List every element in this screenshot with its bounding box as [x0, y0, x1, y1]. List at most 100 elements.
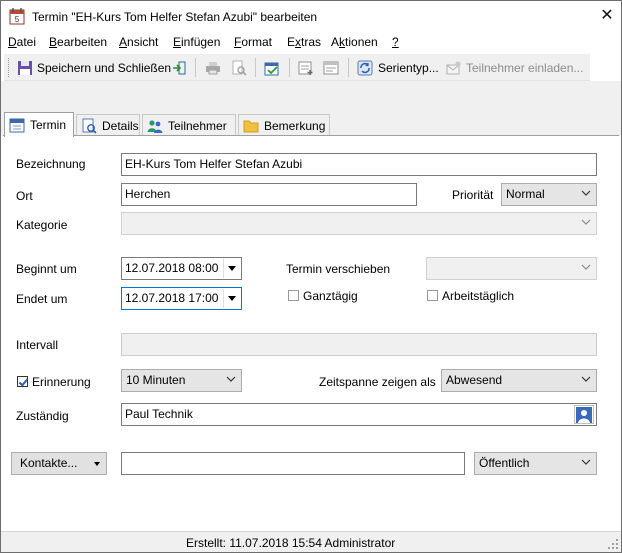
- beginnt-datetime[interactable]: 12.07.2018 08:00: [121, 257, 242, 280]
- ganztaegig-checkbox[interactable]: [288, 290, 299, 301]
- toolbar-background: [1, 81, 621, 113]
- zustaendig-value: Paul Technik: [125, 407, 193, 421]
- erinnerung-value: 10 Minuten: [126, 373, 186, 387]
- print-button[interactable]: [205, 56, 221, 79]
- tab-teilnehmer-label: Teilnehmer: [168, 118, 227, 133]
- print-preview-icon: [231, 60, 247, 76]
- window-title: Termin "EH-Kurs Tom Helfer Stefan Azubi"…: [32, 10, 318, 24]
- export-arrow-icon: [171, 60, 187, 76]
- invite-participants-label: Teilnehmer einladen...: [466, 60, 584, 75]
- menu-bearbeiten[interactable]: Bearbeiten: [49, 35, 107, 49]
- zustaendig-field[interactable]: Paul Technik: [121, 403, 597, 426]
- calendar-check-button[interactable]: [264, 56, 280, 79]
- dropdown-arrow-icon: [94, 462, 100, 466]
- invite-mail-icon: [446, 60, 462, 76]
- menu-help[interactable]: ?: [392, 35, 399, 49]
- bezeichnung-label: Bezeichnung: [16, 157, 86, 171]
- status-created-text: Erstellt: 11.07.2018 15:54 Administrator: [186, 536, 396, 550]
- toolbar-grip[interactable]: [8, 58, 11, 77]
- tab-bemerkung[interactable]: Bemerkung: [238, 114, 330, 136]
- appointment-window: 5 Termin "EH-Kurs Tom Helfer Stefan Azub…: [0, 0, 622, 553]
- sichtbarkeit-select[interactable]: Öffentlich: [474, 452, 597, 475]
- endet-label: Endet um: [16, 292, 68, 306]
- erinnerung-select[interactable]: 10 Minuten: [121, 369, 242, 392]
- calendar-dropdown-button[interactable]: [223, 289, 240, 308]
- menu-aktionen[interactable]: Aktionen: [331, 35, 378, 49]
- zustaendig-label: Zuständig: [16, 409, 69, 423]
- ort-field[interactable]: Herchen: [121, 183, 417, 206]
- calendar-dropdown-button[interactable]: [223, 259, 240, 278]
- prioritaet-value: Normal: [506, 187, 545, 201]
- chevron-down-icon: [581, 459, 591, 465]
- toolbar-separator: [348, 58, 349, 77]
- toolbar: Speichern und Schließen Serientyp... Tei…: [4, 54, 590, 81]
- print-preview-button[interactable]: [231, 56, 247, 79]
- menu-einfuegen[interactable]: Einfügen: [173, 35, 220, 49]
- svg-text:5: 5: [15, 15, 20, 24]
- toolbar-separator: [255, 58, 256, 77]
- printer-icon: [205, 60, 221, 76]
- bezeichnung-field[interactable]: EH-Kurs Tom Helfer Stefan Azubi: [121, 153, 597, 176]
- new-item-button[interactable]: [298, 56, 314, 79]
- verschieben-label: Termin verschieben: [286, 262, 391, 276]
- menu-ansicht[interactable]: Ansicht: [119, 35, 158, 49]
- appointment-app-icon: 5: [9, 8, 25, 25]
- endet-datetime[interactable]: 12.07.2018 17:00: [121, 287, 242, 310]
- select-person-button[interactable]: [574, 405, 594, 424]
- tab-teilnehmer[interactable]: Teilnehmer: [142, 114, 236, 136]
- zeitspanne-value: Abwesend: [446, 373, 503, 387]
- beginnt-label: Beginnt um: [16, 262, 77, 276]
- prioritaet-label: Priorität: [452, 188, 494, 202]
- menu-datei[interactable]: Datei: [8, 35, 36, 49]
- chevron-down-icon: [581, 190, 591, 196]
- toolbar-separator: [195, 58, 196, 77]
- note-folder-icon: [243, 118, 259, 134]
- verschieben-select[interactable]: [426, 257, 597, 280]
- menu-datei-rest: atei: [16, 35, 37, 49]
- form-lines-icon: [323, 60, 339, 76]
- tab-details[interactable]: Details: [76, 114, 140, 136]
- save-disk-icon: [17, 60, 33, 76]
- chevron-down-icon: [581, 264, 591, 270]
- chevron-down-icon: [581, 219, 591, 225]
- save-close-label: Speichern und Schließen: [37, 60, 172, 75]
- calendar-check-icon: [264, 60, 280, 76]
- participants-icon: [147, 118, 163, 134]
- tab-bemerkung-label: Bemerkung: [264, 118, 326, 133]
- close-icon[interactable]: ✕: [597, 6, 617, 26]
- details-icon: [81, 118, 97, 134]
- recurrence-label: Serientyp...: [378, 60, 439, 75]
- beginnt-value: 12.07.2018 08:00: [125, 261, 219, 275]
- erinnerung-checkbox[interactable]: [17, 376, 28, 387]
- tab-termin[interactable]: Termin: [4, 112, 74, 137]
- chevron-down-icon: [226, 376, 236, 382]
- new-form-icon: [298, 60, 314, 76]
- recurrence-button[interactable]: Serientyp...: [357, 56, 439, 79]
- save-close-button[interactable]: Speichern und Schließen: [17, 56, 171, 79]
- form-button[interactable]: [323, 56, 339, 79]
- menu-extras[interactable]: Extras: [287, 35, 321, 49]
- person-icon: [576, 406, 592, 423]
- menu-format[interactable]: Format: [234, 35, 272, 49]
- zeitspanne-label: Zeitspanne zeigen als: [319, 375, 436, 389]
- recurrence-icon: [357, 60, 373, 76]
- kontakte-button[interactable]: Kontakte...: [11, 452, 107, 475]
- kategorie-select[interactable]: [121, 212, 597, 235]
- intervall-field[interactable]: [121, 333, 597, 356]
- kategorie-label: Kategorie: [16, 218, 68, 232]
- invite-participants-button[interactable]: Teilnehmer einladen...: [446, 56, 583, 79]
- tab-termin-label: Termin: [30, 118, 67, 132]
- kontakte-field[interactable]: [121, 452, 465, 475]
- prioritaet-select[interactable]: Normal: [501, 183, 597, 206]
- resize-grip-icon[interactable]: [607, 538, 619, 550]
- tab-details-label: Details: [102, 118, 139, 133]
- zeitspanne-select[interactable]: Abwesend: [441, 369, 597, 392]
- export-button[interactable]: [171, 56, 187, 79]
- arbeitstaeglich-checkbox[interactable]: [427, 290, 438, 301]
- erinnerung-label: Erinnerung: [32, 375, 91, 389]
- ganztaegig-label: Ganztägig: [303, 289, 358, 303]
- menu-bar: Datei Bearbeiten Ansicht Einfügen Format…: [1, 33, 621, 53]
- chevron-down-icon: [581, 376, 591, 382]
- intervall-label: Intervall: [16, 338, 59, 352]
- endet-value: 12.07.2018 17:00: [125, 291, 219, 305]
